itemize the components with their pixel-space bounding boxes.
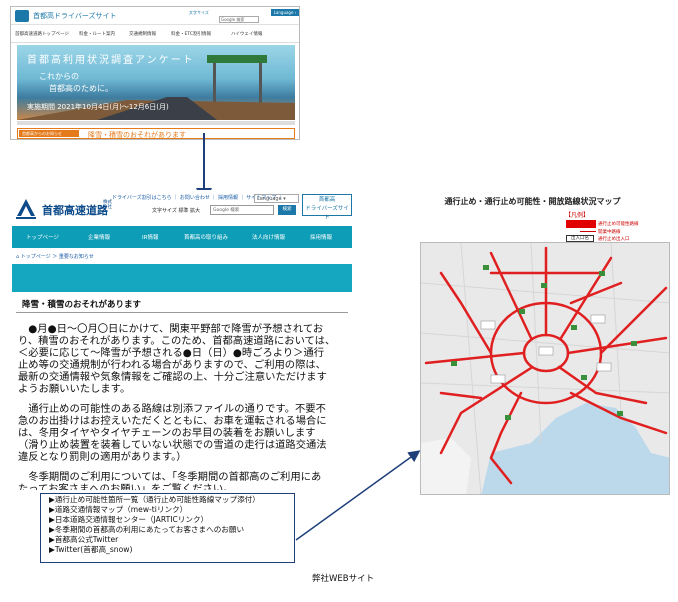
legend-line-open — [580, 231, 596, 232]
page-title-band — [12, 264, 352, 292]
route-status-map — [420, 242, 670, 495]
nav-item[interactable]: 首都高の取り組み — [184, 233, 228, 241]
company-suffix: 株式会社 — [103, 200, 112, 210]
notice-body-line: 違反となり罰則の適用があります。） — [18, 451, 187, 463]
link-item[interactable]: ▶Twitter(首都高_snow) — [49, 545, 132, 554]
link-item[interactable]: ▶通行止め可能性箇所一覧（通行止め可能性路線マップ添付） — [49, 495, 260, 504]
figure-caption: 弊社WEBサイト — [312, 574, 375, 584]
driver-button-line-2: ドライバーズサイト — [305, 206, 349, 221]
font-size-switch[interactable]: 文字サイズ 標準 拡大 — [152, 207, 200, 214]
legend-closure-label: 通行止め可能性路線 — [598, 222, 639, 227]
notice-body-line: は、冬用タイヤやタイヤチェーンのお早目の装着をお願いします — [18, 427, 316, 439]
notice-body-line: 急のお出掛けはお控えいただくとともに、お車を運転される場合に — [18, 415, 327, 427]
company-logo-icon — [16, 199, 36, 219]
notice-body-line: 止め等の交通規制が行われる場合がありますので、ご利用の際は、 — [18, 359, 326, 371]
notice-body-line: ようお願いいたします。 — [18, 383, 131, 395]
related-links-box: ▶通行止め可能性箇所一覧（通行止め可能性路線マップ添付） ▶道路交通情報マップ（… — [40, 493, 295, 563]
nav-item[interactable]: トップページ — [26, 233, 59, 241]
screenshot-root: 首都高ドライバーズサイト 文字サイズ Google 検索 Language › … — [0, 0, 678, 602]
link-item[interactable]: ▶冬季期間の首都高の利用にあたってお客さまへのお願い — [49, 525, 244, 534]
company-name: 首都高速道路 — [42, 204, 108, 217]
notice-body-line: り、積雪のおそれがあります。このため、首都高速道路においては、 — [18, 335, 336, 347]
notice-body-line: ●月●日～〇月〇日にかけて、関東平野部で降雪が予想されてお — [18, 323, 324, 335]
notice-page-screenshot: 首都高速道路 株式会社 ドライバーズ割引はこちら ｜ お問い合わせ ｜ 採用情報… — [12, 190, 352, 490]
link-item[interactable]: ▶首都高公式Twitter — [49, 535, 118, 544]
link-item[interactable]: ▶日本道路交通情報センター（JARTICリンク） — [49, 515, 208, 524]
main-nav: トップページ 企業情報 IR情報 首都高の取り組み 法人向け情報 採用情報 — [12, 226, 352, 248]
notice-body-line: 冬季期間のご利用については、「冬季期間の首都高のご利用にあ — [18, 471, 322, 483]
breadcrumb[interactable]: ⌂ トップページ ＞ 重要なお知らせ — [16, 253, 94, 260]
notice-heading: 降雪・積雪のおそれがあります — [22, 300, 142, 310]
search-button[interactable]: 検索 — [278, 205, 296, 215]
map-legend-title: 【凡例】 — [565, 212, 590, 219]
nav-item[interactable]: IR情報 — [142, 233, 158, 241]
map-title: 通行止め・通行止め可能性・開放路線状況マップ — [444, 197, 621, 206]
driver-button-line-1: 首都高 — [318, 197, 336, 203]
search-input[interactable]: Google 検索 — [210, 205, 274, 215]
legend-swatch-closure — [566, 220, 596, 228]
heading-divider — [16, 312, 348, 313]
notice-body-line: ＜必要に応じて～降雪が予想される●日（日）●時ごろより＞通行 — [18, 347, 325, 359]
map-graphic — [421, 243, 669, 494]
nav-item[interactable]: 企業情報 — [88, 233, 110, 241]
nav-item[interactable]: 法人向け情報 — [252, 233, 285, 241]
legend-open-label: 開業中路線 — [598, 230, 621, 235]
notice-body-line: 通行止めの可能性のある路線は別添ファイルの通りです。不要不 — [18, 403, 326, 415]
language-select[interactable]: Language ▾ — [254, 194, 299, 203]
notice-body-line: 最新の交通情報や気象情報をご確認の上、十分ご注意いただけます — [18, 371, 327, 383]
notice-body-line: たってお客さまへのお願い」をご覧ください。 — [18, 483, 234, 490]
nav-item[interactable]: 採用情報 — [310, 233, 332, 241]
legend-exit-box: 出入口名 — [566, 235, 594, 242]
link-item[interactable]: ▶道路交通情報マップ（mew-tiリンク） — [49, 505, 187, 514]
notice-body-line: （滑り止め装置を装着していない状態での雪道の走行は道路交通法 — [18, 439, 327, 451]
driver-site-button[interactable]: 首都高 ドライバーズサイト — [302, 194, 352, 221]
